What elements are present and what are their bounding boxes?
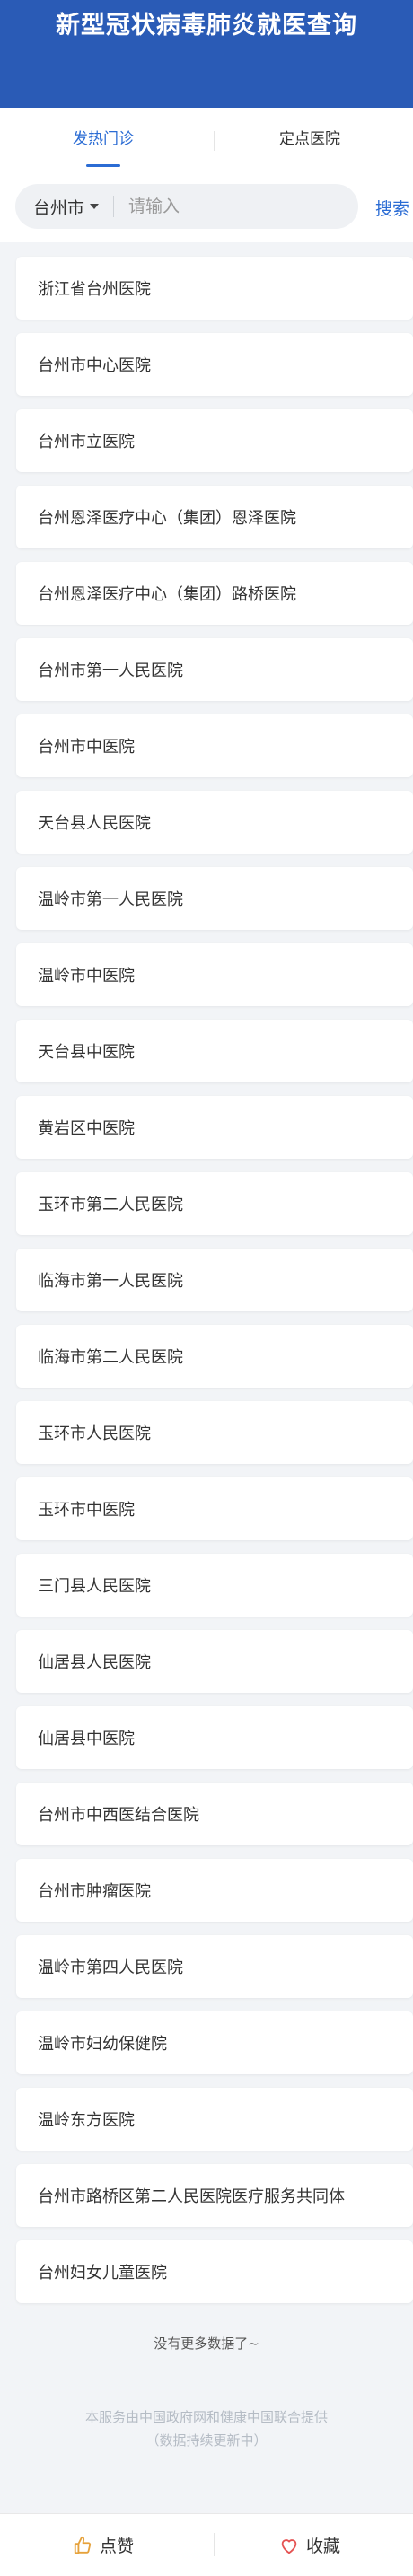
hospital-list-item[interactable]: 玉环市第二人民医院 xyxy=(16,1172,413,1235)
hospital-list-item[interactable]: 台州市立医院 xyxy=(16,409,413,472)
footer-line-1: 本服务由中国政府网和健康中国联合提供 xyxy=(84,2409,328,2425)
tab-bar: 发热门诊 定点医院 xyxy=(0,108,413,172)
hospital-name: 温岭市第四人民医院 xyxy=(38,1958,183,1977)
tab-fever-clinic[interactable]: 发热门诊 xyxy=(0,108,206,172)
footer-note: 本服务由中国政府网和健康中国联合提供 （数据持续更新中） xyxy=(0,2405,413,2452)
search-button[interactable]: 搜索 xyxy=(375,196,409,220)
hospital-name: 玉环市第二人民医院 xyxy=(38,1196,183,1214)
hospital-name: 天台县人民医院 xyxy=(38,814,151,833)
hospital-list-item[interactable]: 温岭市妇幼保健院 xyxy=(16,2011,413,2074)
hospital-name: 玉环市中医院 xyxy=(38,1501,135,1520)
city-label: 台州市 xyxy=(33,197,85,218)
hospital-list-item[interactable]: 天台县人民医院 xyxy=(16,791,413,854)
hospital-name: 玉环市人民医院 xyxy=(38,1424,151,1443)
hospital-list-item[interactable]: 台州市中西医结合医院 xyxy=(16,1783,413,1845)
like-button[interactable]: 点赞 xyxy=(0,2514,206,2576)
hospital-name: 台州市肿瘤医院 xyxy=(38,1882,151,1901)
hospital-list-item[interactable]: 浙江省台州医院 xyxy=(16,257,413,320)
hospital-list-item[interactable]: 天台县中医院 xyxy=(16,1020,413,1082)
hospital-name: 温岭市妇幼保健院 xyxy=(38,2035,167,2054)
caret-down-icon xyxy=(90,204,100,209)
pill-divider xyxy=(113,196,115,217)
hospital-list-item[interactable]: 台州市肿瘤医院 xyxy=(16,1859,413,1922)
hospital-list-item[interactable]: 温岭东方医院 xyxy=(16,2088,413,2151)
hospital-list-item[interactable]: 台州市第一人民医院 xyxy=(16,638,413,701)
hospital-name: 温岭东方医院 xyxy=(38,2111,135,2130)
tab-label: 发热门诊 xyxy=(73,130,134,148)
tab-label: 定点医院 xyxy=(279,130,340,148)
hospital-name: 台州市路桥区第二人民医院医疗服务共同体 xyxy=(38,2187,345,2206)
bottom-divider xyxy=(214,2533,215,2556)
hospital-name: 仙居县中医院 xyxy=(38,1730,135,1748)
footer-line-2: （数据持续更新中） xyxy=(145,2432,268,2449)
tab-active-indicator xyxy=(86,164,120,167)
heart-icon xyxy=(281,2538,297,2554)
hospital-list-item[interactable]: 仙居县中医院 xyxy=(16,1706,413,1769)
hospital-name: 台州市立医院 xyxy=(38,433,135,451)
tab-designated-hospital[interactable]: 定点医院 xyxy=(206,108,413,172)
hospital-name: 三门县人民医院 xyxy=(38,1577,151,1596)
hospital-name: 温岭市第一人民医院 xyxy=(38,890,183,909)
like-label: 点赞 xyxy=(99,2537,134,2556)
hospital-list-item[interactable]: 台州市中心医院 xyxy=(16,333,413,396)
search-pill: 台州市 xyxy=(15,184,358,229)
hospital-name: 仙居县人民医院 xyxy=(38,1653,151,1672)
collect-label: 收藏 xyxy=(305,2537,340,2556)
hospital-name: 浙江省台州医院 xyxy=(38,280,151,299)
hospital-name: 天台县中医院 xyxy=(38,1043,135,1062)
hospital-list-item[interactable]: 玉环市中医院 xyxy=(16,1477,413,1540)
hospital-list-item[interactable]: 仙居县人民医院 xyxy=(16,1630,413,1693)
page-title: 新型冠状病毒肺炎就医查询 xyxy=(56,12,357,39)
hospital-name: 临海市第一人民医院 xyxy=(38,1272,183,1291)
hospital-list-item[interactable]: 台州市路桥区第二人民医院医疗服务共同体 xyxy=(16,2164,413,2227)
header: 新型冠状病毒肺炎就医查询 xyxy=(0,0,413,108)
hospital-list-item[interactable]: 温岭市第四人民医院 xyxy=(16,1935,413,1998)
hospital-name: 台州市中西医结合医院 xyxy=(38,1806,199,1825)
hospital-list-item[interactable]: 黄岩区中医院 xyxy=(16,1096,413,1159)
hospital-list: 浙江省台州医院 台州市中心医院 台州市立医院台州恩泽医疗中心（集团）恩泽医院 台州恩泽… xyxy=(16,257,413,2317)
hospital-list-item[interactable]: 台州妇女儿童医院 xyxy=(16,2240,413,2303)
hospital-list-item[interactable]: 玉环市人民医院 xyxy=(16,1401,413,1464)
hospital-list-item[interactable]: 三门县人民医院 xyxy=(16,1554,413,1617)
search-bar: 台州市 搜索 xyxy=(0,172,413,242)
hospital-name: 台州恩泽医疗中心（集团）路桥医院 xyxy=(38,585,296,604)
city-select[interactable]: 台州市 xyxy=(15,195,100,219)
hospital-name: 临海市第二人民医院 xyxy=(38,1348,183,1367)
hospital-list-item[interactable]: 临海市第二人民医院 xyxy=(16,1325,413,1388)
hospital-name: 台州市中医院 xyxy=(38,738,135,757)
bottom-bar: 点赞 收藏 xyxy=(0,2513,413,2576)
hospital-list-item[interactable]: 温岭市第一人民医院 xyxy=(16,867,413,930)
hospital-list-item[interactable]: 临海市第一人民医院 xyxy=(16,1249,413,1311)
hospital-name: 台州市第一人民医院 xyxy=(38,662,183,680)
hospital-name: 黄岩区中医院 xyxy=(38,1119,135,1138)
no-more-text: 没有更多数据了~ xyxy=(154,2335,259,2352)
search-input[interactable] xyxy=(127,196,347,217)
hospital-list-item[interactable]: 温岭市中医院 xyxy=(16,943,413,1006)
hospital-list-item[interactable]: 台州恩泽医疗中心（集团）恩泽医院 xyxy=(16,486,413,548)
thumbs-up-icon xyxy=(74,2536,92,2554)
tab-divider xyxy=(214,131,215,151)
hospital-name: 台州妇女儿童医院 xyxy=(38,2264,167,2282)
hospital-name: 温岭市中医院 xyxy=(38,967,135,986)
collect-button[interactable]: 收藏 xyxy=(206,2514,413,2576)
hospital-name: 台州市中心医院 xyxy=(38,356,151,375)
hospital-name: 台州恩泽医疗中心（集团）恩泽医院 xyxy=(38,509,296,528)
hospital-list-item[interactable]: 台州市中医院 xyxy=(16,714,413,777)
hospital-list-item[interactable]: 台州恩泽医疗中心（集团）路桥医院 xyxy=(16,562,413,625)
